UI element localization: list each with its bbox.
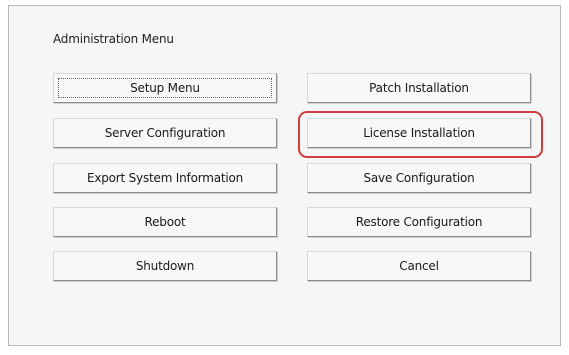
menu-title: Administration Menu: [53, 32, 174, 46]
setup-menu-button[interactable]: Setup Menu: [53, 73, 277, 103]
license-installation-button[interactable]: License Installation: [307, 118, 531, 148]
shutdown-button[interactable]: Shutdown: [53, 251, 277, 281]
patch-installation-button[interactable]: Patch Installation: [307, 73, 531, 103]
export-system-information-button[interactable]: Export System Information: [53, 163, 277, 193]
save-configuration-button[interactable]: Save Configuration: [307, 163, 531, 193]
server-configuration-button[interactable]: Server Configuration: [53, 118, 277, 148]
reboot-button[interactable]: Reboot: [53, 207, 277, 237]
cancel-button[interactable]: Cancel: [307, 251, 531, 281]
restore-configuration-button[interactable]: Restore Configuration: [307, 207, 531, 237]
